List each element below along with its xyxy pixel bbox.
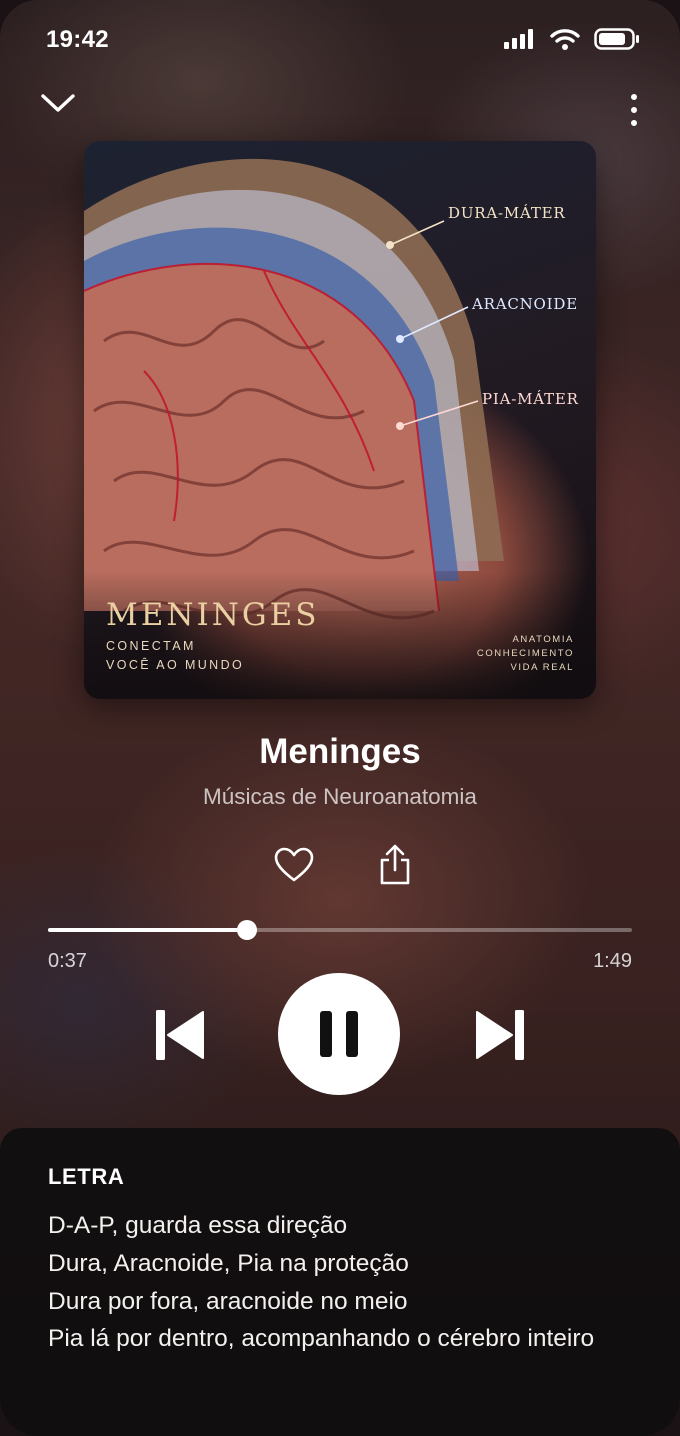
- art-tagline-line: VIDA REAL: [510, 662, 574, 673]
- status-icons: [504, 28, 640, 50]
- previous-button[interactable]: [156, 1010, 204, 1065]
- next-button[interactable]: [476, 1010, 524, 1065]
- like-button[interactable]: [274, 847, 314, 888]
- battery-icon: [594, 28, 639, 50]
- lyric-line: Dura por fora, aracnoide no meio: [48, 1288, 408, 1315]
- lyric-line: Pia lá por dentro, acompanhando o cérebr…: [48, 1325, 595, 1352]
- chevron-down-icon: [41, 94, 75, 112]
- more-vertical-icon: [631, 94, 637, 100]
- progress-fill: [48, 928, 247, 932]
- art-title: MENINGES: [106, 597, 320, 633]
- lyrics-panel[interactable]: LETRA D-A-P, guarda essa direção Dura, A…: [0, 1128, 680, 1436]
- share-button[interactable]: [378, 844, 412, 891]
- skip-previous-icon: [156, 1010, 204, 1060]
- pause-icon: [320, 1011, 358, 1057]
- art-tagline-line: CONHECIMENTO: [476, 648, 574, 659]
- more-options-button[interactable]: [630, 94, 638, 126]
- art-subtitle-line: CONECTAM: [106, 639, 196, 653]
- label-pia-mater: PIA-MÁTER: [482, 390, 579, 408]
- heart-icon: [274, 847, 314, 882]
- lyrics-heading: LETRA: [48, 1164, 125, 1189]
- label-dura-mater: DURA-MÁTER: [448, 204, 566, 222]
- total-time: 1:49: [593, 950, 632, 972]
- album-art: DURA-MÁTER ARACNOIDE PIA-MÁTER MENINGES …: [84, 141, 596, 699]
- track-title: Meninges: [259, 732, 421, 771]
- pause-button[interactable]: [278, 973, 400, 1095]
- lyric-line: D-A-P, guarda essa direção: [48, 1212, 348, 1239]
- status-time: 19:42: [46, 26, 109, 53]
- share-icon: [380, 844, 410, 885]
- lyric-line: Dura, Aracnoide, Pia na proteção: [48, 1250, 409, 1277]
- label-aracnoide: ARACNOIDE: [472, 295, 578, 313]
- signal-icon: [504, 29, 533, 49]
- collapse-button[interactable]: [40, 92, 76, 119]
- track-artist[interactable]: Músicas de Neuroanatomia: [0, 784, 680, 810]
- player-screen: 19:42 DURA-MÁTER ARACNOIDE PIA-MÁTER MEN…: [0, 0, 680, 1436]
- art-tagline-line: ANATOMIA: [512, 634, 574, 645]
- elapsed-time: 0:37: [48, 950, 87, 972]
- skip-next-icon: [476, 1010, 524, 1060]
- art-subtitle-line: VOCÊ AO MUNDO: [106, 658, 245, 672]
- wifi-icon: [550, 29, 580, 50]
- progress-knob[interactable]: [236, 920, 257, 940]
- progress-bar[interactable]: [48, 920, 632, 940]
